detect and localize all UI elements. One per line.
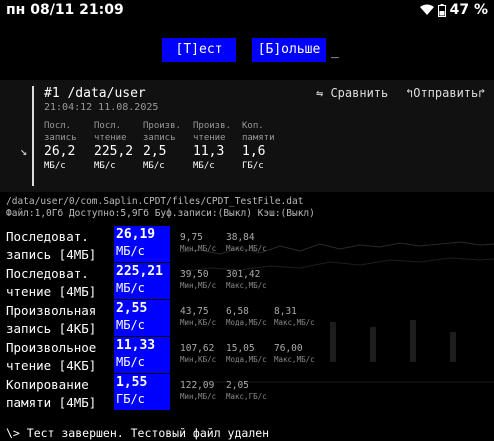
result-title: #1 /data/user xyxy=(44,86,146,101)
col-unit: МБ/с xyxy=(143,161,165,171)
col-value: 225,2 xyxy=(94,144,134,159)
row-value-box: 225,21 МБ/с xyxy=(114,263,170,299)
row-unit: ГБ/с xyxy=(116,392,145,406)
col-header-2: запись xyxy=(44,133,77,143)
row-unit: МБ/с xyxy=(116,355,145,369)
test-button[interactable]: [Т]ест xyxy=(162,38,236,62)
row-value-box: 26,19 МБ/с xyxy=(114,226,170,262)
stat-min: 9,75 Мин,МБ/с xyxy=(180,232,217,253)
row-unit: МБ/с xyxy=(116,281,145,295)
row-value-box: 11,33 МБ/с xyxy=(114,337,170,373)
battery-icon xyxy=(437,3,446,17)
status-message: \> Тест завершен. Тестовый файл удален xyxy=(6,426,270,440)
row-value: 11,33 xyxy=(116,338,156,353)
row-label: Произвольная запись [4КБ] xyxy=(6,303,97,336)
row-unit: МБ/с xyxy=(116,318,145,332)
col-header-1: Произв. xyxy=(193,121,231,131)
col-unit: МБ/с xyxy=(94,161,116,171)
more-button[interactable]: [Б]ольше xyxy=(252,38,326,62)
row-value-box: 2,55 МБ/с xyxy=(114,300,170,336)
stat-max: 38,84 Макс,МБ/с xyxy=(226,232,267,253)
col-header-1: Посл. xyxy=(44,121,72,131)
status-bar: пн 08/11 21:09 47 % xyxy=(0,0,494,22)
summary-seq-read: Посл. чтение 225,2 МБ/с xyxy=(94,120,133,172)
col-header-1: Произв. xyxy=(143,121,181,131)
col-value: 11,3 xyxy=(193,144,225,159)
row-value: 225,21 xyxy=(116,264,163,279)
status-datetime: пн 08/11 21:09 xyxy=(6,2,124,18)
result-row-rand-read: Произвольное чтение [4КБ] 11,33 МБ/с 107,… xyxy=(0,337,494,373)
stat-min: 107,62 Мин,КБ/с xyxy=(180,343,217,364)
status-icons: 47 % xyxy=(419,2,488,18)
stat-min: 39,50 Мин,МБ/с xyxy=(180,269,217,290)
col-unit: ГБ/с xyxy=(242,161,264,171)
row-label: Последоват. чтение [4МБ] xyxy=(6,266,97,299)
summary-seq-write: Посл. запись 26,2 МБ/с xyxy=(44,120,77,172)
row-value: 2,55 xyxy=(116,301,148,316)
row-value: 26,19 xyxy=(116,227,156,242)
result-row-seq-write: Последоват. запись [4МБ] 26,19 МБ/с 9,75 М… xyxy=(0,226,494,262)
summary-rand-write: Произв. запись 2,5 МБ/с xyxy=(143,120,181,172)
compare-button[interactable]: ⇋ Сравнить xyxy=(316,86,388,100)
col-value: 2,5 xyxy=(143,144,167,159)
stat-min: 122,09 Мин,МБ/с xyxy=(180,380,217,401)
result-summary-panel: ↘ #1 /data/user 21:04:12 11.08.2025 ⇋ Ср… xyxy=(0,80,494,192)
result-row-seq-read: Последоват. чтение [4МБ] 225,21 МБ/с 39,5… xyxy=(0,263,494,299)
action-bar: [Т]ест [Б]ольше _ xyxy=(0,38,494,62)
collapse-arrow-icon[interactable]: ↘ xyxy=(20,144,27,158)
stat-max: 76,00 Макс,МБ/с xyxy=(274,343,315,364)
row-label: Последоват. запись [4МБ] xyxy=(6,229,97,262)
summary-mem-copy: Коп. памяти 1,6 ГБ/с xyxy=(242,120,275,172)
stat-max: 301,42 Макс,МБ/с xyxy=(226,269,267,290)
text-cursor: _ xyxy=(331,44,339,59)
stat-max: 2,05 Макс,ГБ/с xyxy=(226,380,267,401)
row-value-box: 1,55 ГБ/с xyxy=(114,374,170,410)
summary-rand-read: Произв. чтение 11,3 МБ/с xyxy=(193,120,231,172)
file-info: /data/user/0/com.Saplin.CPDT/files/CPDT_… xyxy=(6,196,315,220)
result-row-mem-copy: Копирование памяти [4МБ] 1,55 ГБ/с 122,09… xyxy=(0,374,494,410)
row-unit: МБ/с xyxy=(116,244,145,258)
wifi-icon xyxy=(419,4,434,15)
col-unit: МБ/с xyxy=(44,161,66,171)
col-header-2: запись xyxy=(143,133,176,143)
stat-mode: 6,58 Мода,МБ/с xyxy=(226,306,267,327)
send-button[interactable]: ↰Отправить↱ xyxy=(406,86,485,100)
row-label: Копирование памяти [4МБ] xyxy=(6,377,97,410)
col-header-2: памяти xyxy=(242,133,275,143)
col-header-1: Посл. xyxy=(94,121,122,131)
col-header-2: чтение xyxy=(94,133,127,143)
row-label: Произвольное чтение [4КБ] xyxy=(6,340,97,373)
col-value: 26,2 xyxy=(44,144,76,159)
file-details: Файл:1,0Гб Доступно:5,9Гб Буф.записи:(Вы… xyxy=(6,208,315,219)
stat-mode: 15,05 Мода,МБ/с xyxy=(226,343,267,364)
battery-percent: 47 % xyxy=(449,2,488,18)
col-value: 1,6 xyxy=(242,144,266,159)
result-row-rand-write: Произвольная запись [4КБ] 2,55 МБ/с 43,75… xyxy=(0,300,494,336)
divider xyxy=(32,86,34,186)
result-datetime: 21:04:12 11.08.2025 xyxy=(44,102,159,113)
col-header-2: чтение xyxy=(193,133,226,143)
file-path: /data/user/0/com.Saplin.CPDT/files/CPDT_… xyxy=(6,196,304,207)
stat-max: 8,31 Макс,МБ/с xyxy=(274,306,315,327)
col-header-1: Коп. xyxy=(242,121,264,131)
row-value: 1,55 xyxy=(116,375,148,390)
col-unit: МБ/с xyxy=(193,161,215,171)
stat-min: 43,75 Мин,КБ/с xyxy=(180,306,217,327)
